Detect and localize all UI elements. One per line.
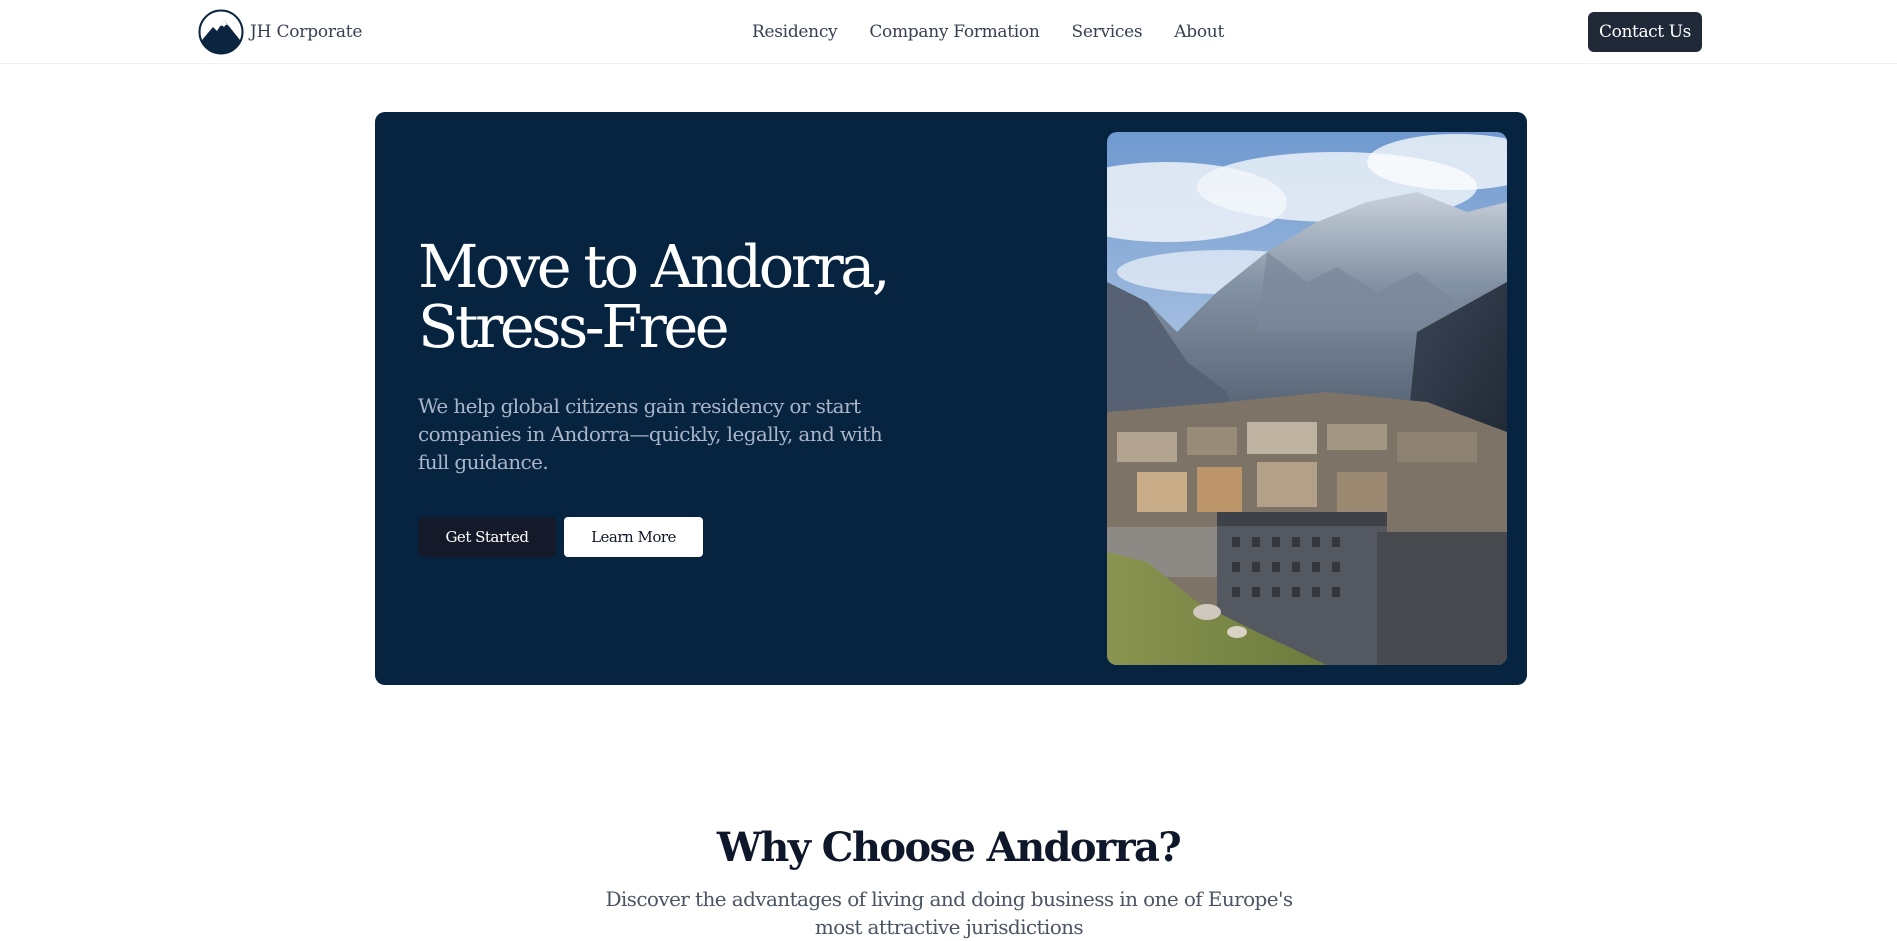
nav-link-company-formation[interactable]: Company Formation — [869, 22, 1039, 42]
brand-name: JH Corporate — [250, 22, 363, 42]
get-started-button[interactable]: Get Started — [418, 517, 556, 557]
mountain-circle-icon — [198, 9, 244, 55]
hero-image — [1107, 132, 1507, 665]
learn-more-button[interactable]: Learn More — [564, 517, 703, 557]
why-section-subtitle: Discover the advantages of living and do… — [605, 887, 1293, 939]
hero-title-line-1: Move to Andorra, — [418, 232, 891, 301]
hero-subtitle: We help global citizens gain residency o… — [418, 394, 883, 474]
site-header: JH Corporate Residency Company Formation… — [0, 0, 1897, 64]
hero-actions: Get Started Learn More — [418, 517, 703, 557]
nav-link-about[interactable]: About — [1174, 22, 1224, 42]
main-nav: Residency Company Formation Services Abo… — [752, 0, 1224, 64]
brand-link[interactable]: JH Corporate — [198, 9, 362, 55]
contact-us-button[interactable]: Contact Us — [1588, 12, 1702, 52]
nav-link-services[interactable]: Services — [1072, 22, 1143, 42]
why-section-title: Why Choose Andorra? — [716, 824, 1182, 871]
nav-link-residency[interactable]: Residency — [752, 22, 838, 42]
hero-title-line-2: Stress-Free — [418, 292, 730, 361]
hero-title: Move to Andorra, Stress-Free — [418, 237, 978, 357]
hero-section: Move to Andorra, Stress-Free We help glo… — [375, 112, 1527, 685]
